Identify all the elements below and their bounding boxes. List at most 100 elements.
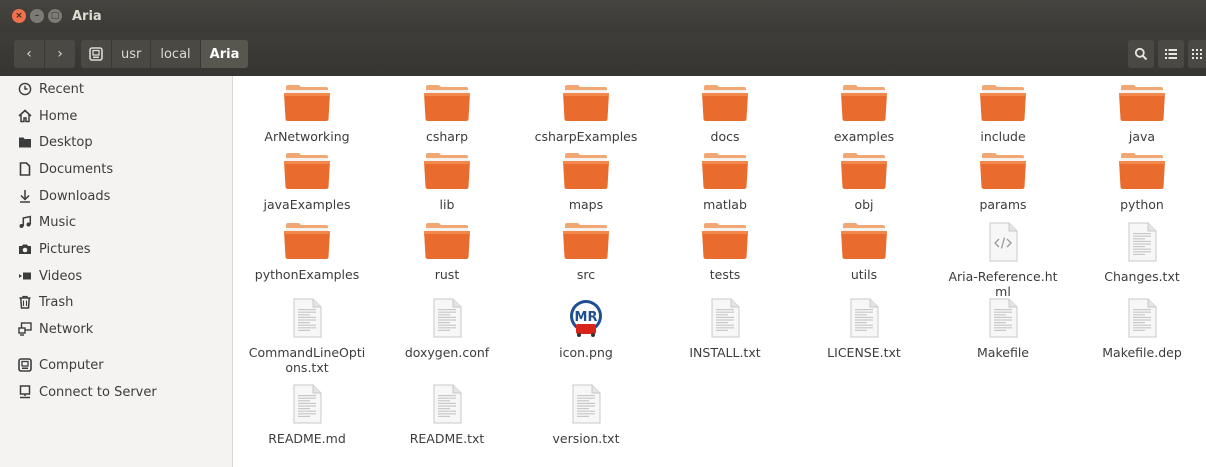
sidebar-item-recent[interactable]: Recent xyxy=(0,76,232,102)
file-item[interactable]: Aria-Reference.html xyxy=(934,222,1072,299)
file-item[interactable]: version.txt xyxy=(517,384,655,446)
sidebar-item-desktop[interactable]: Desktop xyxy=(0,129,232,155)
sidebar-item-label: Network xyxy=(39,321,94,337)
folder-icon xyxy=(423,222,471,260)
search-icon xyxy=(1134,47,1148,61)
breadcrumb-usr[interactable]: usr xyxy=(112,40,152,68)
close-window-button[interactable]: × xyxy=(12,9,26,23)
file-item[interactable]: LICENSE.txt xyxy=(795,298,933,360)
sidebar-item-trash[interactable]: Trash xyxy=(0,289,232,315)
sidebar-item-music[interactable]: Music xyxy=(0,209,232,235)
folder-icon xyxy=(562,222,610,260)
list-view-button[interactable] xyxy=(1158,40,1184,68)
file-item[interactable]: tests xyxy=(656,222,794,282)
folder-icon xyxy=(283,222,331,260)
file-item[interactable]: csharpExamples xyxy=(517,84,655,144)
file-item[interactable]: params xyxy=(934,152,1072,212)
folder-icon xyxy=(1118,152,1166,190)
sidebar-item-label: Home xyxy=(39,108,78,124)
file-item[interactable]: csharp xyxy=(378,84,516,144)
sidebar-item-network[interactable]: Network xyxy=(0,316,232,342)
file-item[interactable]: README.txt xyxy=(378,384,516,446)
file-item[interactable]: README.md xyxy=(238,384,376,446)
folder-icon xyxy=(840,222,888,260)
folder-icon xyxy=(283,152,331,190)
text-file-icon xyxy=(290,384,324,424)
breadcrumb-local[interactable]: local xyxy=(151,40,201,68)
file-name: docs xyxy=(710,129,740,144)
file-item[interactable]: python xyxy=(1073,152,1206,212)
sidebar-item-label: Connect to Server xyxy=(39,384,157,400)
file-name: include xyxy=(980,129,1026,144)
sidebar-item-label: Downloads xyxy=(39,188,111,204)
maximize-window-button[interactable]: □ xyxy=(48,9,62,23)
file-item[interactable]: CommandLineOptions.txt xyxy=(238,298,376,375)
file-name: java xyxy=(1128,129,1156,144)
camera-icon xyxy=(17,241,33,257)
file-name: Makefile.dep xyxy=(1102,345,1182,360)
text-file-icon xyxy=(1125,222,1159,262)
toolbar-right-group xyxy=(1128,40,1206,68)
breadcrumb: usr local Aria xyxy=(81,40,249,68)
folder-icon xyxy=(979,84,1027,122)
grid-view-button[interactable] xyxy=(1188,40,1206,68)
trash-icon xyxy=(17,294,33,310)
file-item[interactable]: Changes.txt xyxy=(1073,222,1206,284)
file-item[interactable]: Makefile.dep xyxy=(1073,298,1206,360)
text-file-icon xyxy=(986,298,1020,338)
folder-icon xyxy=(840,84,888,122)
file-name: javaExamples xyxy=(263,197,351,212)
file-item[interactable]: examples xyxy=(795,84,933,144)
sidebar-item-home[interactable]: Home xyxy=(0,103,232,129)
download-icon xyxy=(17,188,33,204)
sidebar-item-videos[interactable]: Videos xyxy=(0,263,232,289)
sidebar-item-label: Documents xyxy=(39,161,114,177)
file-name: doxygen.conf xyxy=(404,345,490,360)
forward-button[interactable]: › xyxy=(45,40,75,68)
back-button[interactable]: ‹ xyxy=(14,40,45,68)
sidebar-item-pictures[interactable]: Pictures xyxy=(0,236,232,262)
sidebar-item-label: Music xyxy=(39,214,76,230)
search-button[interactable] xyxy=(1128,40,1154,68)
file-item[interactable]: docs xyxy=(656,84,794,144)
file-item[interactable]: INSTALL.txt xyxy=(656,298,794,360)
file-item[interactable]: doxygen.conf xyxy=(378,298,516,360)
folder-icon xyxy=(979,152,1027,190)
file-name: README.txt xyxy=(409,431,485,446)
file-item[interactable]: src xyxy=(517,222,655,282)
file-item[interactable]: ArNetworking xyxy=(238,84,376,144)
file-item[interactable]: MR icon.png xyxy=(517,298,655,360)
file-item[interactable]: javaExamples xyxy=(238,152,376,212)
file-item[interactable]: include xyxy=(934,84,1072,144)
file-item[interactable]: pythonExamples xyxy=(238,222,376,282)
file-name: matlab xyxy=(703,197,747,212)
sidebar-item-downloads[interactable]: Downloads xyxy=(0,183,232,209)
file-name: version.txt xyxy=(552,431,620,446)
file-item[interactable]: rust xyxy=(378,222,516,282)
sidebar-item-computer[interactable]: Computer xyxy=(0,352,232,378)
folder-icon xyxy=(562,152,610,190)
file-item[interactable]: obj xyxy=(795,152,933,212)
file-name: src xyxy=(576,267,596,282)
text-file-icon xyxy=(430,298,464,338)
file-name: Changes.txt xyxy=(1104,269,1180,284)
file-name: maps xyxy=(568,197,604,212)
file-name: csharp xyxy=(425,129,469,144)
minimize-window-button[interactable]: – xyxy=(30,9,44,23)
folder-icon xyxy=(701,84,749,122)
folder-icon xyxy=(701,222,749,260)
breadcrumb-root-button[interactable] xyxy=(81,40,112,68)
file-item[interactable]: utils xyxy=(795,222,933,282)
file-item[interactable]: Makefile xyxy=(934,298,1072,360)
file-name: pythonExamples xyxy=(254,267,360,282)
sidebar-item-connect-to-server[interactable]: Connect to Server xyxy=(0,379,232,405)
sidebar-item-label: Trash xyxy=(39,294,74,310)
text-file-icon xyxy=(708,298,742,338)
breadcrumb-aria[interactable]: Aria xyxy=(200,40,249,68)
file-item[interactable]: lib xyxy=(378,152,516,212)
file-item[interactable]: java xyxy=(1073,84,1206,144)
file-item[interactable]: matlab xyxy=(656,152,794,212)
file-item[interactable]: maps xyxy=(517,152,655,212)
title-bar[interactable]: × – □ Aria xyxy=(0,0,1206,32)
sidebar-item-documents[interactable]: Documents xyxy=(0,156,232,182)
